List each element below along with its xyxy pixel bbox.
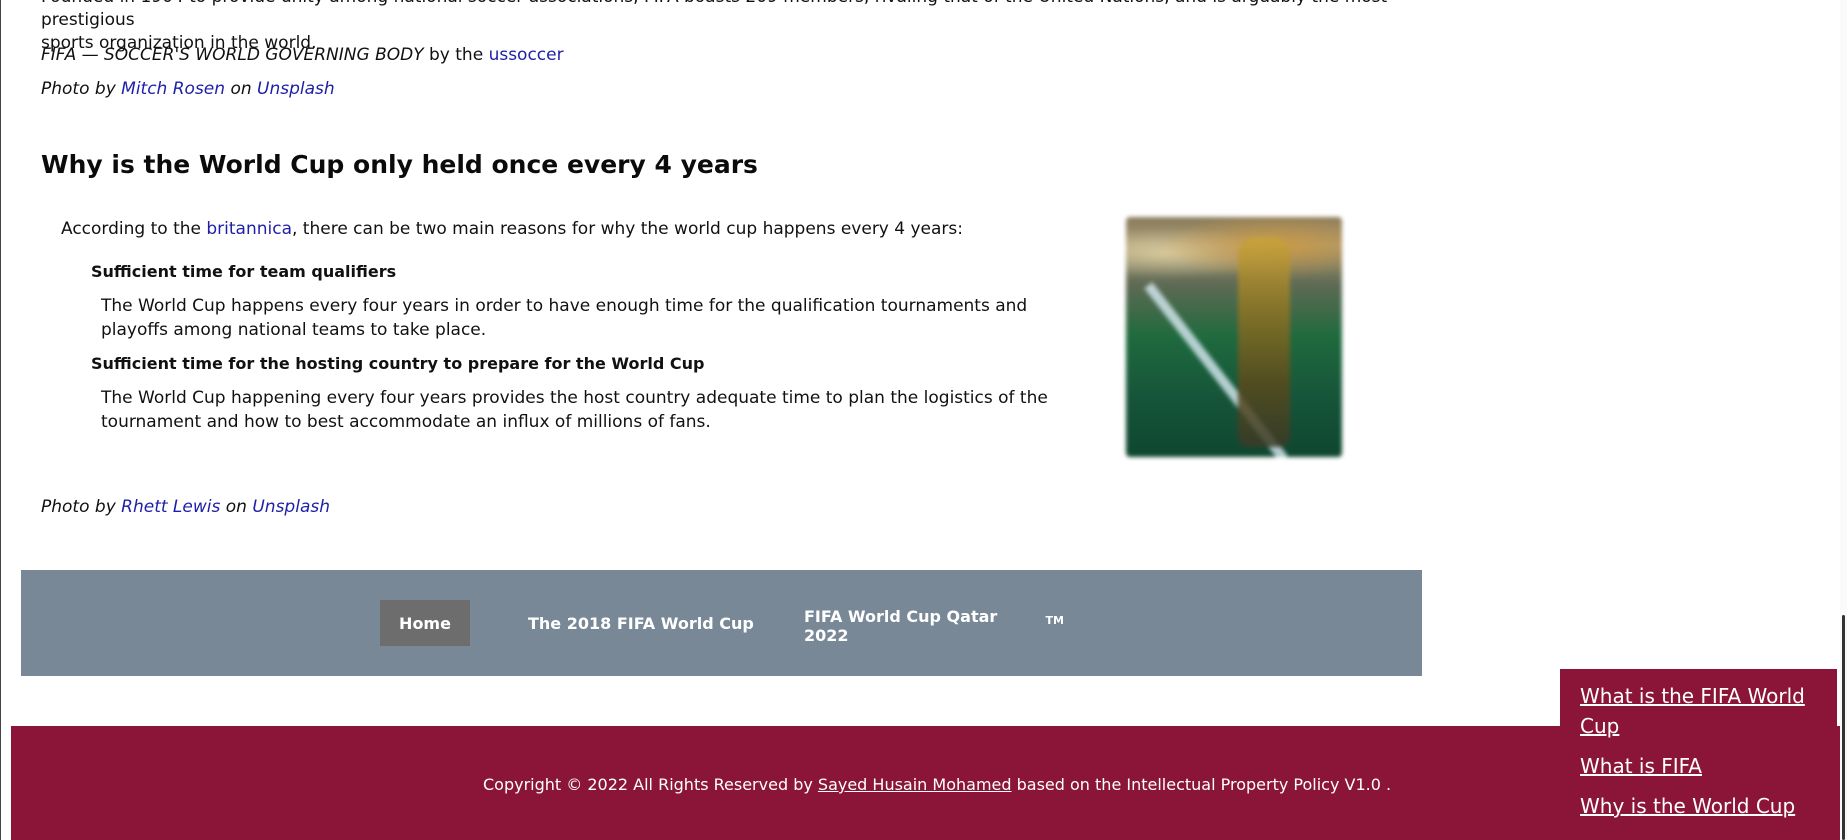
image-caption: FIFA — SOCCER'S WORLD GOVERNING BODY by … [41,43,564,67]
unsplash-link[interactable]: Unsplash [257,79,335,99]
trophy-shape [1238,237,1290,447]
caption-title: FIFA — SOCCER'S WORLD GOVERNING BODY [41,45,424,65]
nav-2018-world-cup-link[interactable]: The 2018 FIFA World Cup [528,600,768,646]
caption-by: by the [429,45,484,65]
world-cup-trophy-photo [1126,217,1342,457]
reason-description: The World Cup happening every four years… [101,388,1048,432]
reason-term: Sufficient time for the hosting country … [91,354,705,373]
table-of-contents-panel: What is the FIFA World Cup What is FIFA … [1560,669,1837,840]
photographer-link[interactable]: Rhett Lewis [121,497,220,517]
copyright-text: Copyright © 2022 All Rights Reserved by … [483,774,1391,796]
toc-item-what-is-fifa[interactable]: What is FIFA [1580,751,1817,781]
intro-paragraph: According to the britannica, there can b… [61,217,963,241]
scrollbar-thumb[interactable] [1842,615,1845,840]
photo-credit-prefix: Photo by [41,497,116,517]
copyright-prefix: Copyright © 2022 All Rights Reserved by [483,775,813,794]
window-left-border [0,0,1,840]
photo-credit-on: on [230,79,252,99]
unsplash-link[interactable]: Unsplash [252,497,330,517]
reasons-list: Sufficient time for team qualifiers The … [91,260,1091,444]
copyright-suffix: based on the Intellectual Property Polic… [1016,775,1392,794]
photo-credit-1: Photo by Mitch Rosen on Unsplash [41,77,335,101]
reason-description: The World Cup happens every four years i… [101,296,1028,340]
nav-qatar-2022-link[interactable]: FIFA World Cup Qatar 2022 TM [804,603,1064,649]
intro-after: , there can be two main reasons for why … [292,219,964,239]
britannica-link[interactable]: britannica [206,219,292,239]
navigation-bar: Home The 2018 FIFA World Cup FIFA World … [21,570,1422,676]
toc-item-why-world-cup[interactable]: Why is the World Cup [1580,791,1817,821]
photographer-link[interactable]: Mitch Rosen [121,79,225,99]
reason-term: Sufficient time for team qualifiers [91,262,397,281]
toc-item-what-is-world-cup[interactable]: What is the FIFA World Cup [1580,681,1817,741]
nav-home-button[interactable]: Home [380,600,470,646]
paragraph-line-1: Founded in 1904 to provide unity among n… [41,0,1387,30]
nav-qatar-label: FIFA World Cup Qatar 2022 [804,607,998,645]
ussoccer-link[interactable]: ussoccer [489,45,564,65]
photo-background-glow [1126,217,1342,289]
photo-credit-2: Photo by Rhett Lewis on Unsplash [41,495,330,519]
photo-credit-prefix: Photo by [41,79,116,99]
trademark-sup: TM [1045,613,1064,627]
photo-credit-on: on [225,497,247,517]
author-link[interactable]: Sayed Husain Mohamed [818,775,1012,794]
section-heading: Why is the World Cup only held once ever… [41,150,758,179]
intro-before: According to the [61,219,201,239]
